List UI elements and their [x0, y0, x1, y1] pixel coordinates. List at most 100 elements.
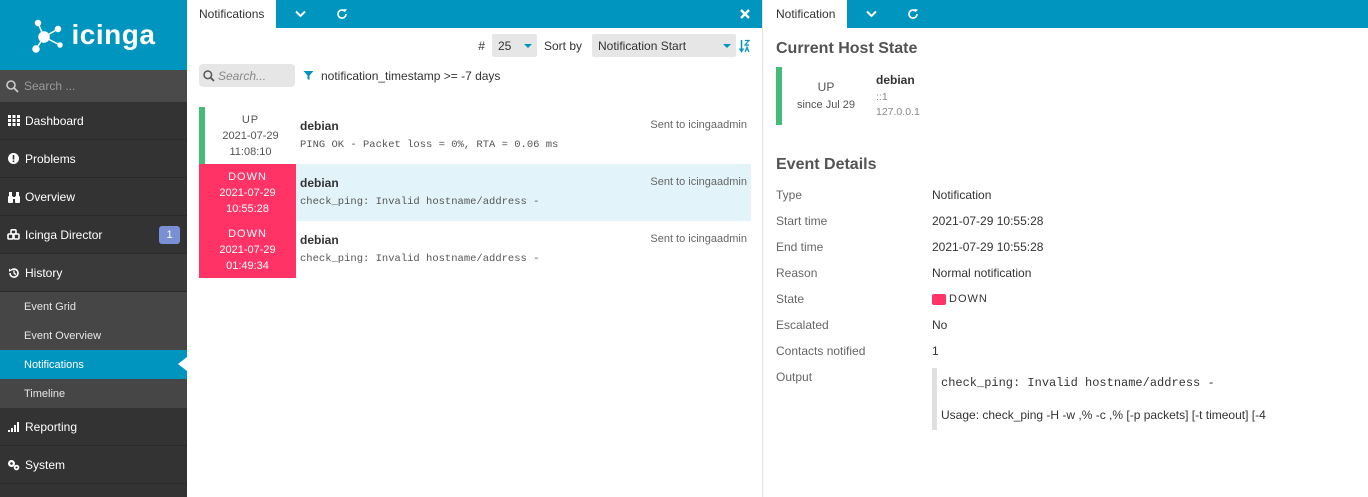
notification-row-selected[interactable]: DOWN 2021-07-29 10:55:28 debian check_pi…: [199, 164, 751, 221]
chevron-down-icon: [523, 44, 532, 48]
list-search-input[interactable]: [218, 68, 293, 83]
detail-value: 2021-07-29 10:55:28: [932, 214, 1044, 228]
row-sent-to: Sent to icingaadmin: [650, 119, 747, 131]
filter-text: notification_timestamp >= -7 days: [321, 68, 501, 83]
director-badge: 1: [159, 226, 180, 244]
state-up-ball: UP 2021-07-29 11:08:10: [199, 107, 296, 164]
detail-label: End time: [776, 240, 824, 254]
row-body: debian check_ping: Invalid hostname/addr…: [296, 221, 751, 278]
tab-dropdown-button[interactable]: [276, 0, 324, 28]
row-time: 10:55:28: [226, 202, 269, 215]
detail-row-state: State DOWN: [776, 286, 1356, 312]
sidebar-subitem-notifications[interactable]: Notifications: [0, 350, 187, 379]
right-tabbar: Notification: [764, 0, 1368, 28]
row-state: DOWN: [228, 170, 267, 183]
sidebar-subitem-timeline[interactable]: Timeline: [0, 379, 187, 408]
sort-label: Sort by: [543, 38, 582, 53]
sidebar-subitem-event-grid[interactable]: Event Grid: [0, 292, 187, 321]
detail-value: No: [932, 318, 948, 332]
sidebar-item-label: Problems: [25, 151, 76, 166]
plugin-output: check_ping: Invalid hostname/address - U…: [932, 368, 1352, 430]
output-line-2: Usage: check_ping -H -w ,% -c ,% [-p pac…: [941, 408, 1266, 422]
row-sent-to: Sent to icingaadmin: [650, 176, 747, 188]
tab-refresh-button[interactable]: [324, 0, 360, 28]
limit-select[interactable]: 25: [491, 34, 537, 57]
host-name-link[interactable]: debian: [876, 73, 920, 88]
sidebar-search[interactable]: [0, 70, 187, 102]
icinga-logo-icon: [31, 19, 63, 53]
history-submenu: Event Grid Event Overview Notifications …: [0, 292, 187, 408]
tab-notifications[interactable]: Notifications: [187, 0, 277, 28]
sidebar-item-icinga-director[interactable]: Icinga Director 1: [0, 216, 187, 254]
detail-value: 2021-07-29 10:55:28: [932, 240, 1044, 254]
list-controls: # 25 Sort by Notification Start: [478, 34, 750, 57]
search-icon: [203, 69, 215, 82]
sidebar: icinga Dashboard Problems Overview Icing…: [0, 0, 187, 497]
system-icon: [7, 458, 20, 471]
state-down-badge: [932, 293, 946, 305]
row-output: check_ping: Invalid hostname/address -: [300, 253, 540, 265]
limit-label: #: [478, 38, 485, 53]
tab-notification[interactable]: Notification: [764, 0, 848, 28]
row-sent-to: Sent to icingaadmin: [650, 233, 747, 245]
row-date: 2021-07-29: [219, 243, 276, 256]
notification-list: UP 2021-07-29 11:08:10 debian PING OK - …: [199, 107, 751, 278]
sidebar-item-label: Icinga Director: [25, 227, 103, 242]
detail-value: Normal notification: [932, 266, 1032, 280]
notifications-column: Notifications # 25 Sort by Notification …: [187, 0, 763, 497]
sidebar-item-history[interactable]: History: [0, 254, 187, 292]
event-details-heading: Event Details: [776, 156, 877, 173]
active-filter[interactable]: notification_timestamp >= -7 days: [303, 69, 500, 83]
list-search[interactable]: [199, 64, 295, 87]
row-time: 11:08:10: [229, 145, 272, 158]
history-icon: [7, 266, 20, 279]
host-ipv4: 127.0.0.1: [876, 106, 920, 118]
notification-detail-column: Notification Current Host State UP since…: [764, 0, 1368, 497]
host-state-row[interactable]: UP since Jul 29 debian ::1 127.0.0.1: [776, 67, 920, 125]
tab-dropdown-button[interactable]: [847, 0, 895, 28]
chevron-down-icon: [866, 10, 877, 18]
chevron-down-icon: [723, 44, 731, 48]
row-output: check_ping: Invalid hostname/address -: [300, 196, 540, 208]
detail-label: Type: [776, 188, 803, 202]
row-date: 2021-07-29: [222, 129, 279, 142]
sidebar-item-label: Dashboard: [25, 113, 84, 128]
detail-label: State: [776, 292, 805, 306]
sidebar-item-label: System: [25, 457, 66, 472]
reporting-icon: [7, 420, 20, 433]
close-column-button[interactable]: [740, 6, 750, 22]
state-down-ball: DOWN 2021-07-29 01:49:34: [199, 221, 296, 278]
limit-value: 25: [497, 38, 512, 53]
sidebar-item-system[interactable]: System: [0, 446, 187, 484]
sidebar-item-problems[interactable]: Problems: [0, 140, 187, 178]
sort-select[interactable]: Notification Start: [592, 34, 736, 57]
problems-icon: [7, 152, 20, 165]
output-line-1: check_ping: Invalid hostname/address -: [941, 376, 1215, 390]
sort-value: Notification Start: [598, 38, 687, 53]
tab-refresh-button[interactable]: [895, 0, 931, 28]
row-state: UP: [241, 113, 260, 126]
filter-row: notification_timestamp >= -7 days: [199, 64, 500, 87]
notification-row[interactable]: UP 2021-07-29 11:08:10 debian PING OK - …: [199, 107, 751, 164]
detail-label: Reason: [776, 266, 818, 280]
chevron-down-icon: [295, 10, 306, 18]
current-host-state-heading: Current Host State: [776, 40, 918, 57]
icinga-logo[interactable]: icinga: [0, 0, 187, 70]
state-down-ball: DOWN 2021-07-29 10:55:28: [199, 164, 296, 221]
detail-row-type: Type Notification: [776, 182, 1356, 208]
host-info: debian ::1 127.0.0.1: [870, 67, 920, 125]
row-time: 01:49:34: [226, 259, 269, 272]
sidebar-search-input[interactable]: [24, 79, 174, 93]
detail-value: 1: [932, 344, 939, 358]
sidebar-item-overview[interactable]: Overview: [0, 178, 187, 216]
search-icon: [6, 79, 19, 93]
sort-direction-button[interactable]: [739, 39, 750, 53]
sidebar-item-reporting[interactable]: Reporting: [0, 408, 187, 446]
detail-value: Notification: [932, 188, 992, 202]
sidebar-item-dashboard[interactable]: Dashboard: [0, 102, 187, 140]
notification-row[interactable]: DOWN 2021-07-29 01:49:34 debian check_pi…: [199, 221, 751, 278]
sort-desc-icon: [739, 39, 750, 53]
state-up-ball: UP since Jul 29: [776, 67, 870, 125]
binoculars-icon: [7, 190, 20, 203]
sidebar-subitem-event-overview[interactable]: Event Overview: [0, 321, 187, 350]
